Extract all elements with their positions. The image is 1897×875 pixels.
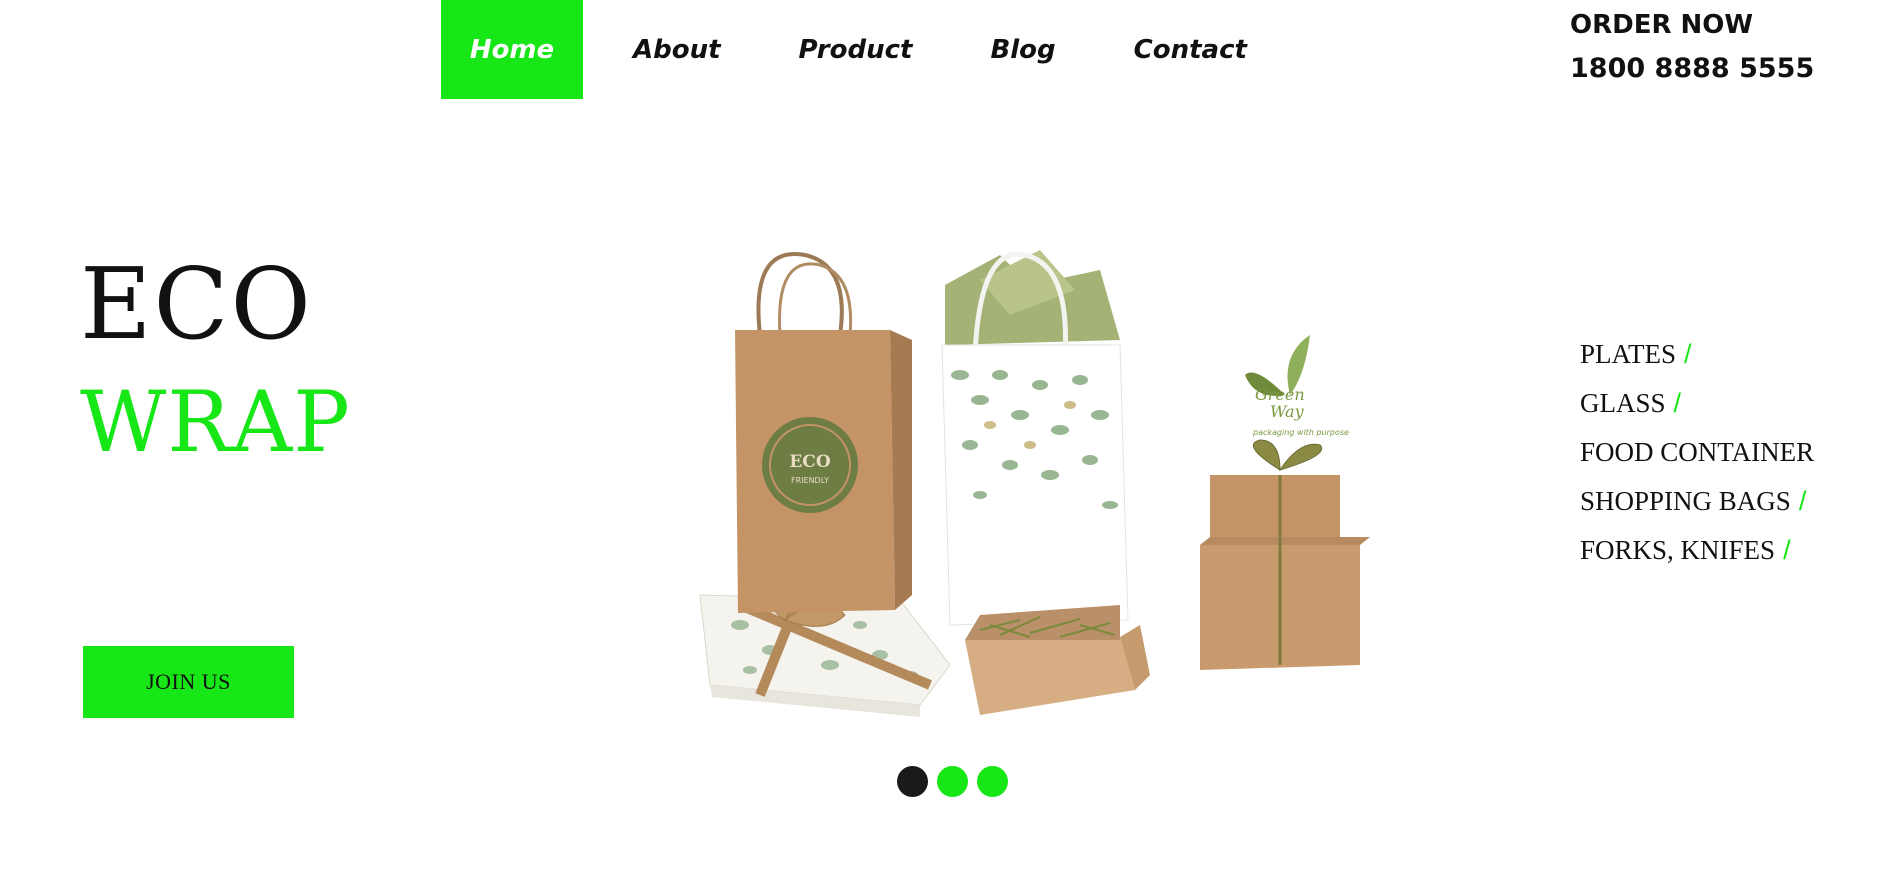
order-now-label: ORDER NOW [1570, 10, 1754, 40]
hero-title-wrap: WRAP [80, 373, 351, 471]
slider-dot-1[interactable] [897, 766, 928, 797]
join-us-button[interactable]: JOIN US [83, 646, 294, 718]
category-slash: / [1798, 486, 1807, 516]
category-item-forks-knifes[interactable]: FORKS, KNIFES / [1580, 526, 1822, 575]
nav-item-product[interactable]: Product [799, 0, 913, 99]
nav-item-blog[interactable]: Blog [990, 0, 1055, 99]
order-phone[interactable]: 1800 8888 5555 [1570, 47, 1814, 91]
svg-text:packaging with purpose: packaging with purpose [1252, 428, 1349, 437]
hero-title-eco: ECO [80, 248, 313, 362]
category-slash: / [1783, 535, 1791, 565]
category-label: FORKS, KNIFES [1580, 535, 1776, 565]
category-label: PLATES [1580, 339, 1677, 369]
main-nav: Home About Product Blog Contact [441, 0, 1247, 99]
category-label: FOOD CONTAINER [1580, 437, 1815, 467]
slider-dot-3[interactable] [977, 766, 1008, 797]
nav-item-contact[interactable]: Contact [1134, 0, 1247, 99]
category-list: PLATES / GLASS / FOOD CONTAINER SHOPPING B… [1580, 330, 1822, 575]
nav-item-about[interactable]: About [633, 0, 721, 99]
slider-dots [897, 766, 1008, 797]
category-slash: / [1684, 339, 1692, 369]
category-slash: / [1673, 388, 1682, 418]
category-item-glass[interactable]: GLASS / [1580, 379, 1822, 428]
svg-text:ECO: ECO [789, 452, 830, 472]
green-way-logo: Green Way packaging with purpose [1245, 335, 1349, 437]
svg-text:FRIENDLY: FRIENDLY [791, 476, 829, 485]
hero-product-image: ECO FRIENDLY Green Way packaging with pu… [699, 250, 1370, 717]
kraft-paper-bag: ECO FRIENDLY [735, 252, 912, 613]
svg-text:Way: Way [1270, 402, 1305, 421]
category-item-food-container[interactable]: FOOD CONTAINER [1580, 428, 1822, 477]
category-label: GLASS [1580, 388, 1666, 418]
category-item-plates[interactable]: PLATES / [1580, 330, 1822, 379]
leaf-print-shopping-bag [941, 250, 1129, 626]
stacked-kraft-boxes [1200, 439, 1370, 670]
order-info: ORDER NOW 1800 8888 5555 [1570, 8, 1814, 91]
nav-item-home[interactable]: Home [441, 0, 583, 99]
slider-dot-2[interactable] [937, 766, 968, 797]
category-label: SHOPPING BAGS [1580, 486, 1791, 516]
open-kraft-box [965, 605, 1150, 715]
category-item-shopping-bags[interactable]: SHOPPING BAGS / [1580, 477, 1822, 526]
